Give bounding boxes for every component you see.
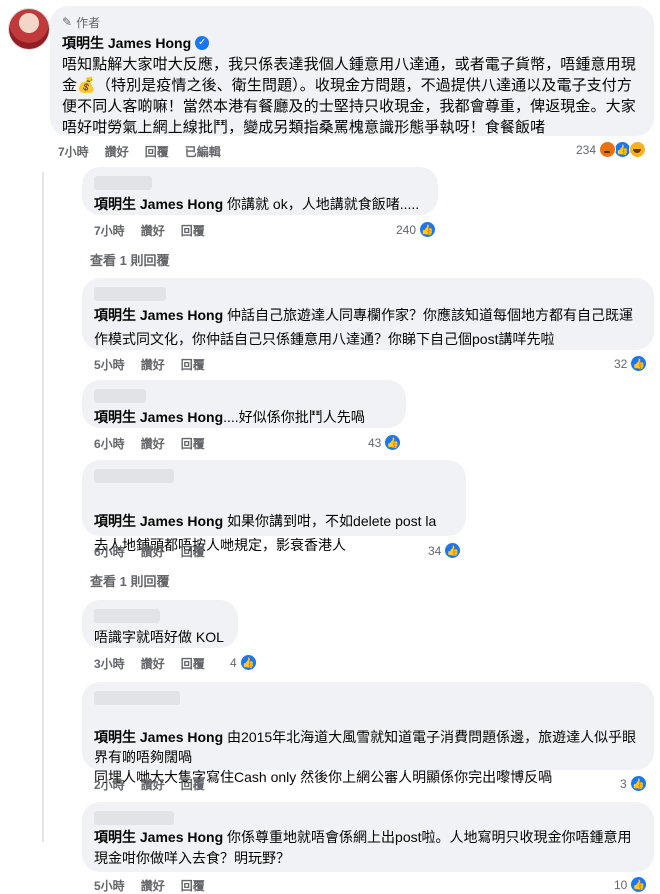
reply-reaction-count[interactable]: 4 👍 [230,654,257,671]
reply-reaction-count[interactable]: 43 👍 [368,434,402,451]
reply-bubble: 項明生 James Hong 由2015年北海道大風雪就知道電子消費問題係邊，旅… [82,682,654,785]
reply-reply-button[interactable]: 回覆 [181,776,205,793]
redacted-username [94,811,174,825]
reply-time[interactable]: 2小時 [94,776,125,793]
reply-like-button[interactable]: 讚好 [141,655,165,672]
reply-bubble: 項明生 James Hong 你講就 ok，人地講就食飯啫..... [82,167,438,215]
reply-like-button[interactable]: 讚好 [141,222,165,239]
haha-reaction-icon [629,141,647,158]
reply-time[interactable]: 5小時 [94,877,125,894]
reply-bubble: 項明生 James Hong 你係尊重地就唔會係網上出post啦。人地寫明只收現… [82,802,654,872]
author-badge: ✎ 作者 [62,13,642,31]
reply-like-button[interactable]: 讚好 [141,543,165,560]
reply-reply-button[interactable]: 回覆 [181,543,205,560]
post-reactions[interactable]: 234 👍 [576,141,647,158]
like-reaction-icon: 👍 [384,434,402,451]
angry-reaction-icon [599,141,617,158]
reply-actions: 2小時 讚好 回覆 [94,776,205,793]
reply-text: 項明生 James Hong 你講就 ok，人地講就食飯啫..... [94,196,420,212]
reply-text: 項明生 James Hong 由2015年北海道大風雪就知道電子消費問題係邊，旅… [94,729,637,785]
post-like-button[interactable]: 讚好 [105,143,129,160]
post-text: 唔知點解大家咁大反應，我只係表達我個人鍾意用八達通，或者電子貨幣，唔鍾意用現金💰… [62,56,636,136]
reply-reply-button[interactable]: 回覆 [181,435,205,452]
view-replies-link[interactable]: 查看 1 則回覆 [90,250,169,269]
redacted-username [94,691,180,705]
redacted-username [94,176,152,190]
reply-like-button[interactable]: 讚好 [141,435,165,452]
like-reaction-icon: 👍 [630,876,648,893]
reply-reply-button[interactable]: 回覆 [181,655,205,672]
reply-mention[interactable]: 項明生 James Hong [94,829,223,845]
pen-icon: ✎ [62,15,73,29]
reply-time[interactable]: 7小時 [94,222,125,239]
reply-mention[interactable]: 項明生 James Hong [94,307,223,323]
reply-reaction-count[interactable]: 32 👍 [614,355,648,372]
reply-text: 項明生 James Hong 你係尊重地就唔會係網上出post啦。人地寫明只收現… [94,829,632,866]
reply-reply-button[interactable]: 回覆 [181,222,205,239]
reply-text: 唔識字就唔好做 KOL [94,629,224,645]
reply-mention[interactable]: 項明生 James Hong [94,729,223,745]
view-replies-link[interactable]: 查看 1 則回覆 [90,571,169,590]
redacted-username [94,287,166,301]
like-reaction-icon: 👍 [444,542,462,559]
post-time[interactable]: 7小時 [58,143,89,160]
reply-time[interactable]: 5小時 [94,356,125,373]
reply-reply-button[interactable]: 回覆 [181,356,205,373]
redacted-username [94,609,160,623]
post-reply-button[interactable]: 回覆 [145,143,169,160]
post-edited-label[interactable]: 已編輯 [185,143,221,160]
like-reaction-icon: 👍 [629,775,647,792]
reply-actions: 6小時 讚好 回覆 [94,543,205,560]
reply-mention[interactable]: 項明生 James Hong [94,513,223,529]
like-reaction-icon: 👍 [419,221,437,238]
reply-mention[interactable]: 項明生 James Hong [94,409,223,425]
redacted-username [94,469,174,483]
like-reaction-icon: 👍 [630,355,648,372]
author-name-row: 項明生 James Hong ✓ [62,33,642,53]
reply-bubble: 唔識字就唔好做 KOL [82,600,238,648]
reply-time[interactable]: 6小時 [94,543,125,560]
reply-text: 項明生 James Hong 仲話自己旅遊達人同專欄作家？你應該知道每個地方都有… [94,307,634,347]
post-comment-bubble: ✎ 作者 項明生 James Hong ✓ 唔知點解大家咁大反應，我只係表達我個… [50,6,654,136]
post-actions: 7小時 讚好 回覆 已編輯 [58,143,221,160]
author-tag-label: 作者 [76,15,101,30]
reply-bubble: 項明生 James Hong 仲話自己旅遊達人同專欄作家？你應該知道每個地方都有… [82,278,654,350]
reply-reply-button[interactable]: 回覆 [181,877,205,894]
reply-like-button[interactable]: 讚好 [141,776,165,793]
author-name[interactable]: 項明生 James Hong [62,33,191,53]
post-reaction-count: 234 [576,142,597,157]
reply-reaction-count[interactable]: 240 👍 [396,221,437,238]
reply-bubble: 項明生 James Hong....好似係你批鬥人先喎 [82,380,406,428]
reply-bubble: 項明生 James Hong 如果你講到咁，不如delete post la 去… [82,460,466,553]
reply-like-button[interactable]: 讚好 [141,356,165,373]
reply-actions: 6小時 讚好 回覆 [94,435,205,452]
reply-reaction-count[interactable]: 10 👍 [614,876,648,893]
reply-text: 項明生 James Hong....好似係你批鬥人先喎 [94,409,365,425]
reply-like-button[interactable]: 讚好 [141,877,165,894]
redacted-username [94,389,146,403]
reply-actions: 3小時 讚好 回覆 [94,655,205,672]
like-reaction-icon: 👍 [239,654,257,671]
reply-mention[interactable]: 項明生 James Hong [94,196,223,212]
reply-actions: 5小時 讚好 回覆 [94,877,205,894]
verified-icon: ✓ [195,36,210,50]
reply-actions: 7小時 讚好 回覆 [94,222,205,239]
reply-time[interactable]: 3小時 [94,655,125,672]
reply-reaction-count[interactable]: 34 👍 [428,542,462,559]
author-avatar[interactable] [8,8,50,50]
reply-time[interactable]: 6小時 [94,435,125,452]
thread-line [42,172,44,842]
reply-reaction-count[interactable]: 3 👍 [620,775,647,792]
reply-actions: 5小時 讚好 回覆 [94,356,205,373]
